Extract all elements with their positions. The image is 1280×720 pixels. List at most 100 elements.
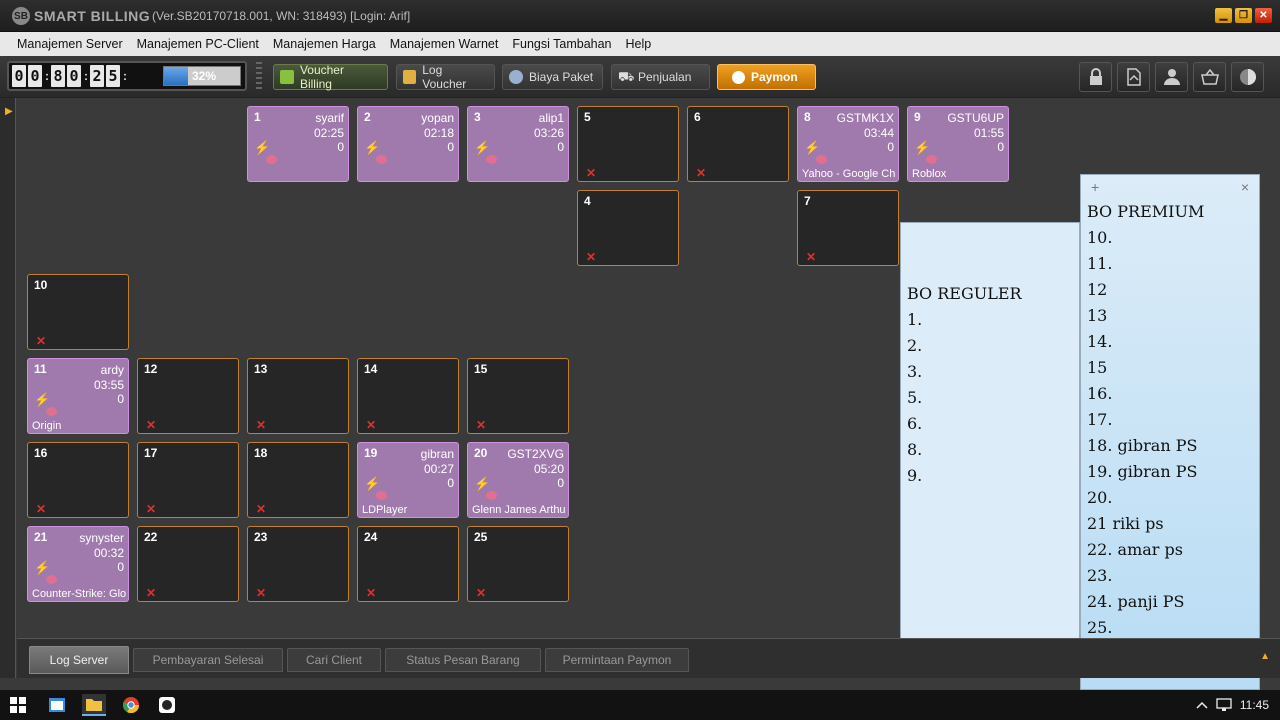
pc-number: 13 — [254, 362, 268, 376]
collapse-up-icon[interactable]: ▲ — [1260, 651, 1270, 662]
pc-tile-9[interactable]: 9 GSTU6UP 01:55 0 ⚡ Roblox — [907, 106, 1009, 182]
sticky-note-reguler[interactable]: BO REGULER 1. 2. 3. 5. 6. 8. 9. — [900, 222, 1080, 658]
menu-manajemen-pc-client[interactable]: Manajemen PC-Client — [130, 37, 266, 51]
pc-tile-25[interactable]: 25 ✕ — [467, 526, 569, 602]
pc-number: 3 — [474, 110, 481, 124]
tab-log-server[interactable]: Log Server — [29, 646, 129, 674]
menu-help[interactable]: Help — [619, 37, 659, 51]
tab-permintaan-paymon[interactable]: Permintaan Paymon — [545, 648, 689, 672]
usage-progress-bar: 32% — [163, 66, 241, 86]
minimize-button[interactable]: ▁ — [1215, 8, 1232, 23]
tab-cari-client[interactable]: Cari Client — [287, 648, 381, 672]
close-note-icon[interactable]: × — [1241, 179, 1249, 195]
network-icon[interactable] — [1212, 694, 1236, 716]
menu-manajemen-warnet[interactable]: Manajemen Warnet — [383, 37, 506, 51]
lock-button[interactable] — [1079, 62, 1112, 92]
pc-tile-18[interactable]: 18 ✕ — [247, 442, 349, 518]
taskbar-clock[interactable]: 11:45 — [1240, 698, 1269, 712]
note-line: 9. — [907, 466, 923, 485]
note-premium-list: BO PREMIUM 10. 11. 12 13 14. 15 16. 17. 18. gibra… — [1081, 199, 1259, 641]
voucher-billing-button[interactable]: Voucher Billing — [273, 63, 388, 91]
note-line: 17. — [1087, 410, 1113, 429]
sticky-note-premium[interactable]: + × BO PREMIUM 10. 11. 12 13 14. 15 16. 17. 18. g… — [1080, 174, 1260, 690]
offline-x-icon: ✕ — [586, 250, 597, 264]
note-header: + × — [1081, 175, 1259, 199]
note-reguler-list: BO REGULER 1. 2. 3. 5. 6. 8. 9. — [901, 247, 1079, 489]
offline-x-icon: ✕ — [146, 586, 157, 600]
close-button[interactable]: ✕ — [1255, 8, 1272, 23]
pc-tile-6[interactable]: 6 ✕ — [687, 106, 789, 182]
tray-chevron-icon[interactable] — [1190, 694, 1214, 716]
maximize-button[interactable]: ❐ — [1235, 8, 1252, 23]
pc-tile-16[interactable]: 16 ✕ — [27, 442, 129, 518]
pc-tile-2[interactable]: 2 yopan 02:18 0 ⚡ — [357, 106, 459, 182]
biaya-paket-label: Biaya Paket — [529, 70, 594, 84]
user-button[interactable] — [1155, 62, 1188, 92]
report-button[interactable] — [1117, 62, 1150, 92]
pc-tile-10[interactable]: 10 ✕ — [27, 274, 129, 350]
basket-button[interactable] — [1193, 62, 1226, 92]
menu-manajemen-harga[interactable]: Manajemen Harga — [266, 37, 383, 51]
side-panel-toggle[interactable]: ▶ — [0, 98, 16, 678]
paymon-button[interactable]: Paymon — [717, 64, 816, 90]
menu-manajemen-server[interactable]: Manajemen Server — [10, 37, 130, 51]
pc-tile-3[interactable]: 3 alip1 03:26 0 ⚡ — [467, 106, 569, 182]
note-line: 11. — [1087, 254, 1113, 273]
pc-number: 12 — [144, 362, 158, 376]
pc-user: alip1 — [538, 111, 564, 125]
taskbar-app-window[interactable] — [45, 694, 69, 716]
clock-digit: 8 — [51, 65, 65, 87]
pc-tile-22[interactable]: 22 ✕ — [137, 526, 239, 602]
pc-number: 24 — [364, 530, 378, 544]
toolbar-grip[interactable] — [256, 62, 262, 90]
menu-fungsi-tambahan[interactable]: Fungsi Tambahan — [505, 37, 618, 51]
pc-tile-19[interactable]: 19 gibran 00:27 0 ⚡ LDPlayer — [357, 442, 459, 518]
offline-x-icon: ✕ — [806, 250, 817, 264]
voucher-billing-label: Voucher Billing — [299, 63, 344, 91]
power-bolt-icon: ⚡ — [804, 140, 821, 155]
pc-tile-11[interactable]: 11 ardy 03:55 0 ⚡ Origin — [27, 358, 129, 434]
pc-tile-24[interactable]: 24 ✕ — [357, 526, 459, 602]
pc-tile-1[interactable]: 1 syarif 02:25 0 ⚡ — [247, 106, 349, 182]
pc-tile-5[interactable]: 5 ✕ — [577, 106, 679, 182]
offline-x-icon: ✕ — [36, 334, 47, 348]
pc-tile-14[interactable]: 14 ✕ — [357, 358, 459, 434]
power-bolt-icon: ⚡ — [474, 476, 491, 491]
basket-icon — [1200, 69, 1219, 85]
pc-tile-12[interactable]: 12 ✕ — [137, 358, 239, 434]
pc-amount: 0 — [447, 476, 454, 490]
offline-x-icon: ✕ — [256, 418, 267, 432]
note-line: 15 — [1087, 358, 1108, 377]
taskbar-app-billing[interactable] — [82, 694, 106, 716]
pc-tile-20[interactable]: 20 GST2XVG 05:20 0 ⚡ Glenn James Arthu — [467, 442, 569, 518]
pc-tile-17[interactable]: 17 ✕ — [137, 442, 239, 518]
taskbar-app-smartbilling[interactable] — [155, 694, 179, 716]
pc-tile-4[interactable]: 4 ✕ — [577, 190, 679, 266]
pc-running-app: Glenn James Arthu — [472, 504, 566, 516]
pc-number: 22 — [144, 530, 158, 544]
tab-pembayaran-selesai[interactable]: Pembayaran Selesai — [133, 648, 283, 672]
pc-tile-13[interactable]: 13 ✕ — [247, 358, 349, 434]
user-icon — [1163, 69, 1180, 85]
pc-tile-21[interactable]: 21 synyster 00:32 0 ⚡ Counter-Strike: Glo — [27, 526, 129, 602]
pc-tile-7[interactable]: 7 ✕ — [797, 190, 899, 266]
tab-status-pesan-barang[interactable]: Status Pesan Barang — [385, 648, 541, 672]
note-line: 8. — [907, 440, 923, 459]
log-voucher-button[interactable]: Log Voucher — [396, 63, 495, 91]
pc-tile-15[interactable]: 15 ✕ — [467, 358, 569, 434]
note-line: 5. — [907, 388, 923, 407]
lock-icon — [1089, 68, 1102, 85]
pc-tile-8[interactable]: 8 GSTMK1X 03:44 0 ⚡ Yahoo - Google Ch — [797, 106, 899, 182]
biaya-paket-button[interactable]: Biaya Paket — [502, 64, 603, 90]
start-button[interactable] — [6, 694, 30, 716]
pc-number: 15 — [474, 362, 488, 376]
taskbar-app-chrome[interactable] — [119, 694, 143, 716]
globe-button[interactable] — [1231, 62, 1264, 92]
pc-number: 18 — [254, 446, 268, 460]
note-line: 6. — [907, 414, 923, 433]
penjualan-button[interactable]: ⛟ Penjualan — [611, 64, 710, 90]
pc-tile-23[interactable]: 23 ✕ — [247, 526, 349, 602]
add-note-icon[interactable]: + — [1091, 179, 1099, 195]
pc-running-app: Origin — [32, 420, 62, 432]
offline-x-icon: ✕ — [366, 418, 377, 432]
